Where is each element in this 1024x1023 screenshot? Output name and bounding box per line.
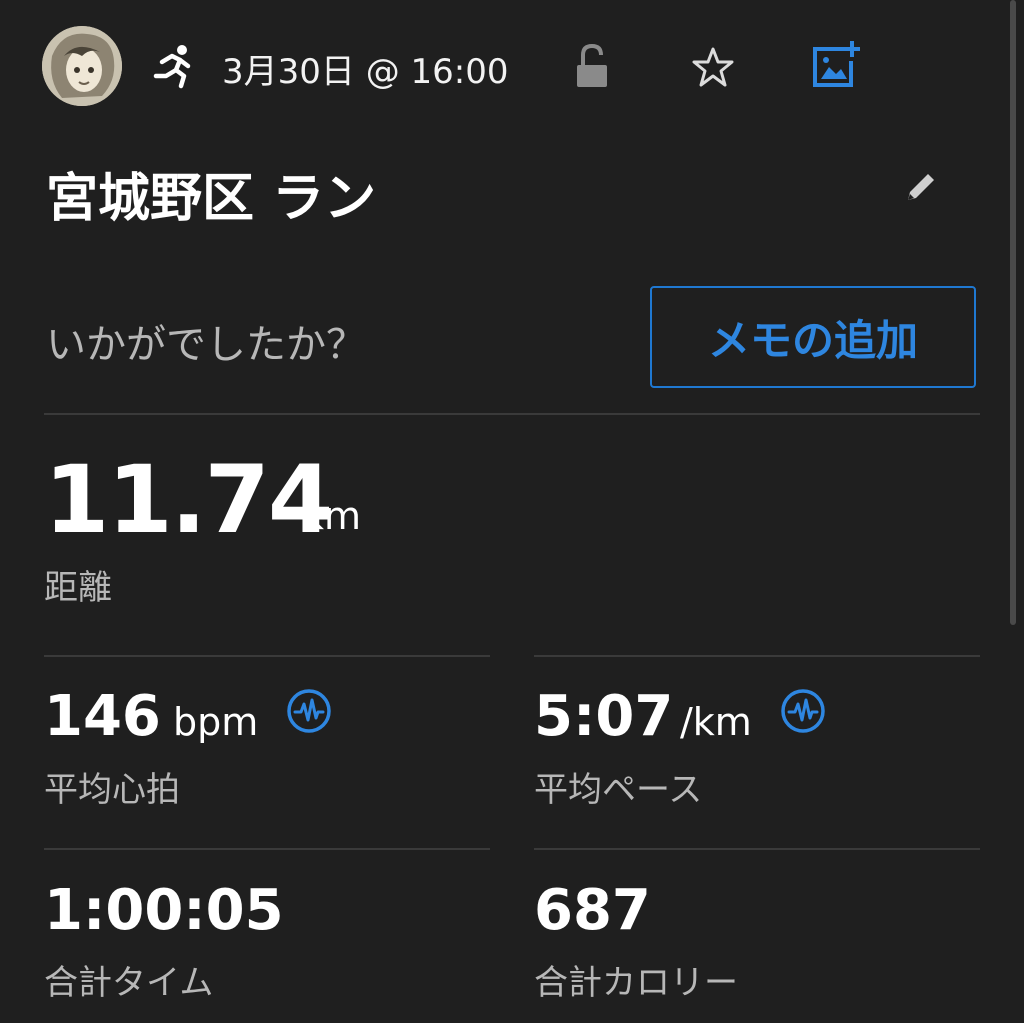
distance-unit: km <box>302 494 362 538</box>
total-time-value: 1:00:05 <box>44 878 284 943</box>
total-calories-value: 687 <box>534 878 651 943</box>
avg-heart-rate-label: 平均心拍 <box>44 770 180 810</box>
scrollbar[interactable] <box>1010 0 1016 625</box>
distance-value: 11.74 <box>44 446 333 555</box>
total-calories-label: 合計カロリー <box>534 963 738 1003</box>
avg-pace-label: 平均ペース <box>534 770 703 810</box>
divider <box>44 848 490 850</box>
total-time-label: 合計タイム <box>44 963 214 1003</box>
running-person-icon <box>146 40 198 92</box>
avatar[interactable] <box>42 26 122 106</box>
add-memo-button[interactable]: メモの追加 <box>650 286 976 388</box>
divider <box>44 655 490 657</box>
star-outline-icon[interactable] <box>688 42 738 92</box>
divider <box>534 655 980 657</box>
avg-pace-value: 5:07 <box>534 684 674 749</box>
feedback-prompt: いかがでしたか？ <box>46 322 366 368</box>
divider <box>44 413 980 415</box>
pencil-icon[interactable] <box>896 162 946 212</box>
avg-heart-rate-unit: bpm <box>173 700 259 744</box>
add-photo-icon[interactable] <box>808 38 862 92</box>
heart-rate-wave-icon[interactable] <box>780 688 826 734</box>
divider <box>534 848 980 850</box>
avg-pace-unit: /km <box>680 700 752 744</box>
unlocked-padlock-icon[interactable] <box>570 42 616 92</box>
distance-label: 距離 <box>44 568 112 608</box>
activity-title: 宮城野区 ラン <box>46 169 377 229</box>
avg-heart-rate-value: 146 <box>44 684 161 749</box>
activity-datetime: 3月30日 @ 16:00 <box>222 52 509 92</box>
heart-rate-wave-icon[interactable] <box>286 688 332 734</box>
